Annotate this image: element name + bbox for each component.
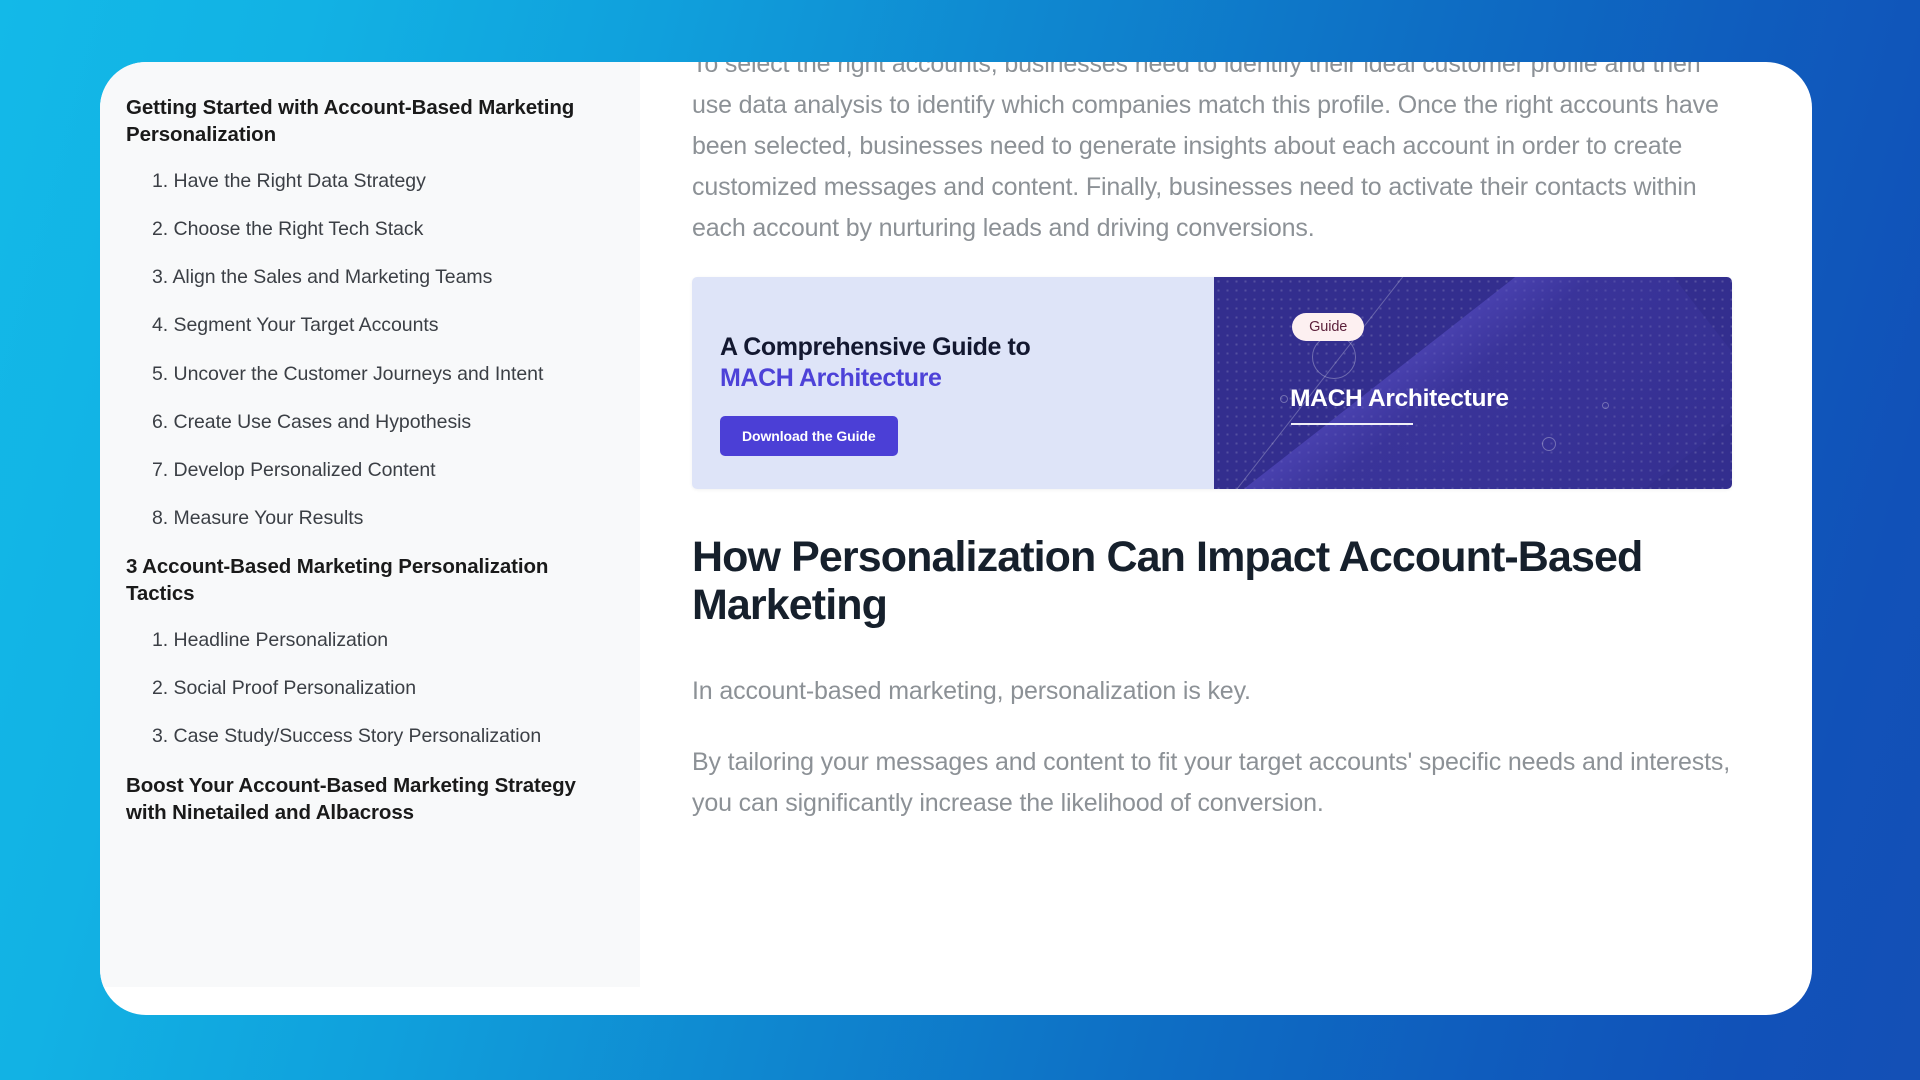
promo-banner-panel-title: MACH Architecture: [1290, 385, 1509, 412]
promo-banner-title-line1: A Comprehensive Guide to: [720, 333, 1031, 361]
promo-banner-right-panel: Guide MACH Architecture: [1214, 277, 1732, 489]
promo-banner-left-panel: A Comprehensive Guide to MACH Architectu…: [692, 277, 1215, 489]
toc-item[interactable]: 2. Social Proof Personalization: [126, 675, 608, 701]
toc-item[interactable]: 5. Uncover the Customer Journeys and Int…: [126, 361, 608, 387]
intro-paragraph: To select the right accounts, businesses…: [692, 62, 1719, 242]
toc-item[interactable]: 6. Create Use Cases and Hypothesis: [126, 409, 608, 435]
guide-badge: Guide: [1292, 313, 1365, 341]
toc-item[interactable]: 3. Case Study/Success Story Personalizat…: [126, 723, 608, 749]
toc-item[interactable]: 8. Measure Your Results: [126, 505, 608, 531]
toc-item[interactable]: 7. Develop Personalized Content: [126, 457, 608, 483]
toc-list-tactics: 1. Headline Personalization 2. Social Pr…: [126, 627, 608, 749]
toc-section-heading-getting-started[interactable]: Getting Started with Account-Based Marke…: [126, 94, 608, 148]
toc-section-heading-boost[interactable]: Boost Your Account-Based Marketing Strat…: [126, 772, 608, 826]
toc-list-getting-started: 1. Have the Right Data Strategy 2. Choos…: [126, 168, 608, 531]
download-guide-button[interactable]: Download the Guide: [720, 416, 898, 456]
promo-banner-title-line2: MACH Architecture: [720, 364, 942, 392]
table-of-contents-sidebar: Getting Started with Account-Based Marke…: [100, 62, 640, 987]
promo-banner-title: A Comprehensive Guide to MACH Architectu…: [720, 333, 1214, 393]
toc-item[interactable]: 2. Choose the Right Tech Stack: [126, 216, 608, 242]
toc-item[interactable]: 4. Segment Your Target Accounts: [126, 312, 608, 338]
article-window: Getting Started with Account-Based Marke…: [100, 62, 1812, 1015]
toc-section-heading-tactics[interactable]: 3 Account-Based Marketing Personalizatio…: [126, 553, 608, 607]
promo-banner[interactable]: A Comprehensive Guide to MACH Architectu…: [692, 277, 1732, 489]
toc-item[interactable]: 1. Have the Right Data Strategy: [126, 168, 608, 194]
diagonal-sheen-decoration: [1214, 277, 1732, 489]
circle-outline-icon: [1312, 335, 1357, 379]
toc-item[interactable]: 3. Align the Sales and Marketing Teams: [126, 264, 608, 290]
body-paragraph-2: By tailoring your messages and content t…: [692, 748, 1731, 818]
circle-outline-icon: [1542, 437, 1557, 451]
article-content: To select the right accounts, businesses…: [640, 62, 1812, 1015]
body-paragraph-1: In account-based marketing, personalizat…: [692, 677, 1251, 706]
title-underline-rule: [1291, 423, 1414, 425]
toc-item[interactable]: 1. Headline Personalization: [126, 627, 608, 653]
section-heading: How Personalization Can Impact Account-B…: [692, 533, 1643, 630]
